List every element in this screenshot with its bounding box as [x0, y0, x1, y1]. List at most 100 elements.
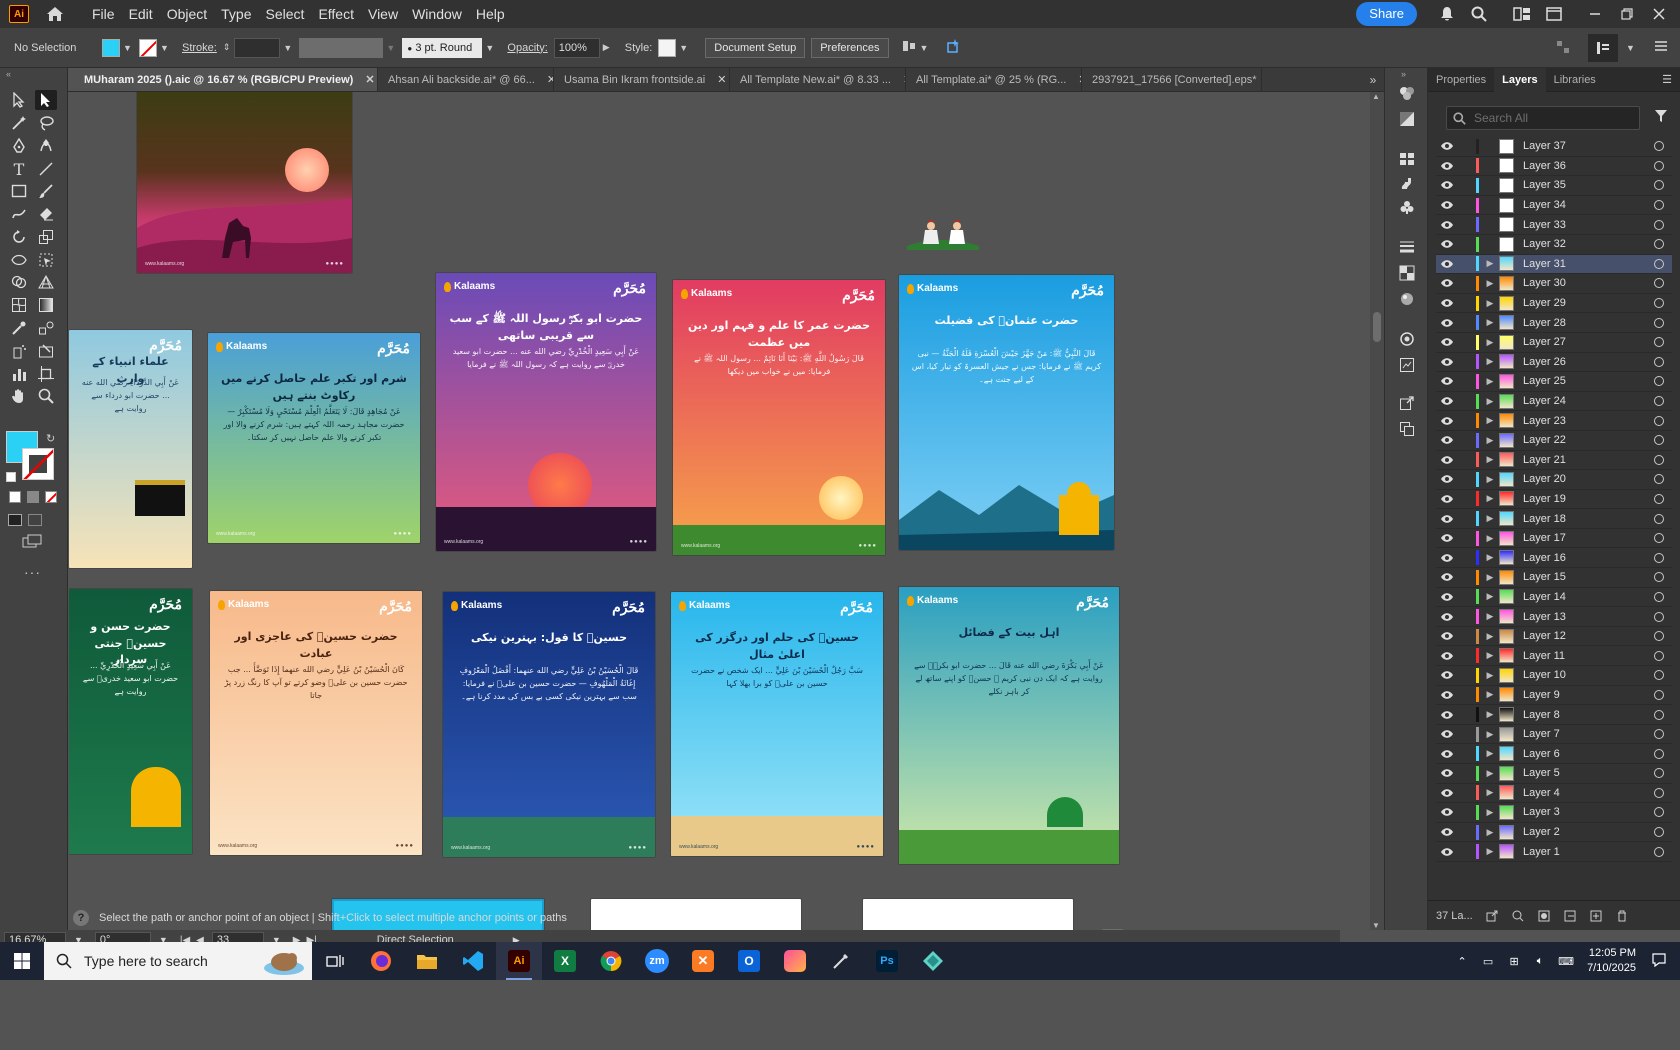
tab-libraries[interactable]: Libraries: [1546, 68, 1604, 92]
free-transform-tool-icon[interactable]: [35, 250, 57, 270]
expand-arrow-icon[interactable]: ▶: [1483, 493, 1497, 504]
xampp-icon[interactable]: ✕: [680, 942, 726, 980]
locate-object-icon[interactable]: [1511, 909, 1525, 923]
tab-all-template[interactable]: All Template.ai* @ 25 % (RG... ✕: [906, 68, 1082, 91]
windows-start-icon[interactable]: [0, 942, 44, 980]
layer-target-icon[interactable]: [1654, 729, 1664, 740]
layer-target-icon[interactable]: [1654, 807, 1664, 818]
layer-row[interactable]: ▶ Layer 22: [1436, 431, 1672, 451]
layer-target-icon[interactable]: [1654, 454, 1664, 465]
vertical-scroll-thumb[interactable]: [1373, 312, 1381, 342]
mesh-tool-icon[interactable]: [8, 295, 30, 315]
network-icon[interactable]: ⊞: [1503, 955, 1525, 968]
layer-name[interactable]: Layer 7: [1523, 728, 1654, 740]
paintbrush-tool-icon[interactable]: [35, 181, 57, 201]
swap-colors-icon[interactable]: ↻: [46, 432, 55, 445]
layer-target-icon[interactable]: [1654, 572, 1664, 583]
tab-2937921-converted[interactable]: 2937921_17566 [Converted].eps*: [1082, 68, 1262, 91]
menu-select[interactable]: Select: [259, 0, 312, 28]
layer-row[interactable]: ▶ Layer 8: [1436, 705, 1672, 725]
layer-target-icon[interactable]: [1654, 317, 1664, 328]
visibility-eye-icon[interactable]: [1436, 455, 1458, 465]
stroke-weight-field[interactable]: [234, 37, 281, 58]
perspective-grid-tool-icon[interactable]: [35, 272, 57, 292]
visibility-eye-icon[interactable]: [1436, 239, 1458, 249]
menu-edit[interactable]: Edit: [122, 0, 160, 28]
layer-row[interactable]: ▶ Layer 19: [1436, 490, 1672, 510]
visibility-eye-icon[interactable]: [1436, 259, 1458, 269]
layer-name[interactable]: Layer 24: [1523, 395, 1654, 407]
excel-icon[interactable]: X: [542, 942, 588, 980]
photoshop-icon[interactable]: Ps: [864, 942, 910, 980]
collapse-panels-icon[interactable]: »: [1401, 69, 1406, 79]
transparency-icon[interactable]: [1397, 264, 1417, 282]
layer-row[interactable]: ▶ Layer 27: [1436, 333, 1672, 353]
eyedropper-tool-icon[interactable]: [8, 318, 30, 338]
tab-ahsan-ali-backside[interactable]: Ahsan Ali backside.ai* @ 66... ✕: [378, 68, 554, 91]
tab-usama-bin-ikram-frontside[interactable]: Usama Bin Ikram frontside.ai ✕: [554, 68, 730, 91]
arrange-documents-icon[interactable]: [1541, 3, 1567, 25]
layer-name[interactable]: Layer 20: [1523, 473, 1654, 485]
close-icon[interactable]: ✕: [717, 73, 726, 86]
layer-row[interactable]: ▶ Layer 9: [1436, 686, 1672, 706]
line-segment-tool-icon[interactable]: [35, 159, 57, 179]
artboard-card-shame-pride[interactable]: Kalaams مُحَرَّم شرم اور تکبر علم حاصل ک…: [208, 333, 420, 543]
layer-target-icon[interactable]: [1654, 337, 1664, 348]
layer-name[interactable]: Layer 3: [1523, 806, 1654, 818]
filter-icon[interactable]: [1654, 109, 1668, 126]
layer-target-icon[interactable]: [1654, 513, 1664, 524]
chevron-down-icon[interactable]: ▼: [160, 43, 170, 53]
rotate-tool-icon[interactable]: [8, 227, 30, 247]
expand-arrow-icon[interactable]: ▶: [1483, 376, 1497, 387]
layer-target-icon[interactable]: [1654, 631, 1664, 642]
layer-row[interactable]: Layer 32: [1436, 235, 1672, 255]
graphic-style-swatch[interactable]: [658, 38, 677, 57]
layer-name[interactable]: Layer 21: [1523, 454, 1654, 466]
artboard-card-best-virtue[interactable]: Kalaams مُحَرَّم حسینؓ کا قول: بہترین نی…: [443, 592, 655, 857]
tab-muharam-2025[interactable]: MUharam 2025 ().aic @ 16.67 % (RGB/CPU P…: [68, 68, 378, 91]
lasso-tool-icon[interactable]: [35, 113, 57, 133]
close-window-icon[interactable]: [1646, 3, 1672, 25]
opacity-field[interactable]: 100%: [553, 37, 600, 58]
shape-builder-tool-icon[interactable]: [8, 272, 30, 292]
chevron-down-icon[interactable]: ▼: [920, 43, 930, 53]
curvature-tool-icon[interactable]: [35, 136, 57, 156]
fill-color-swatch[interactable]: [102, 38, 120, 57]
layer-target-icon[interactable]: [1654, 239, 1664, 250]
expand-arrow-icon[interactable]: ▶: [1483, 415, 1497, 426]
layer-row[interactable]: ▶ Layer 12: [1436, 627, 1672, 647]
workspace-switcher-icon[interactable]: [1509, 3, 1535, 25]
visibility-eye-icon[interactable]: [1436, 435, 1458, 445]
layer-name[interactable]: Layer 28: [1523, 317, 1654, 329]
brushes-icon[interactable]: [1397, 174, 1417, 192]
layer-target-icon[interactable]: [1654, 396, 1664, 407]
new-layer-icon[interactable]: [1589, 909, 1603, 923]
panel-menu-icon[interactable]: ☰: [1662, 73, 1672, 86]
layer-target-icon[interactable]: [1654, 278, 1664, 289]
chevron-down-icon[interactable]: ▼: [283, 43, 293, 53]
visibility-eye-icon[interactable]: [1436, 278, 1458, 288]
visibility-eye-icon[interactable]: [1436, 631, 1458, 641]
document-setup-button[interactable]: Document Setup: [705, 37, 806, 58]
menu-view[interactable]: View: [361, 0, 405, 28]
menu-window[interactable]: Window: [405, 0, 469, 28]
layer-name[interactable]: Layer 27: [1523, 336, 1654, 348]
layer-row[interactable]: ▶ Layer 17: [1436, 529, 1672, 549]
visibility-eye-icon[interactable]: [1436, 572, 1458, 582]
layer-row[interactable]: ▶ Layer 1: [1436, 842, 1672, 862]
layer-row[interactable]: Layer 35: [1436, 176, 1672, 196]
layer-target-icon[interactable]: [1654, 748, 1664, 759]
arrange-icon[interactable]: [1556, 40, 1570, 57]
layer-target-icon[interactable]: [1654, 160, 1664, 171]
visibility-eye-icon[interactable]: [1436, 376, 1458, 386]
minimize-window-icon[interactable]: [1582, 3, 1608, 25]
artboard-card-ulama[interactable]: مُحَرَّم علماء انبیاء کے وارث عَنْ أَبِي…: [69, 330, 192, 568]
shaper-tool-icon[interactable]: [8, 204, 30, 224]
visibility-eye-icon[interactable]: [1436, 298, 1458, 308]
preferences-button[interactable]: Preferences: [811, 37, 889, 58]
layer-row[interactable]: ▶ Layer 13: [1436, 607, 1672, 627]
expand-arrow-icon[interactable]: ▶: [1483, 572, 1497, 583]
layer-row[interactable]: ▶ Layer 21: [1436, 451, 1672, 471]
panel-toggle-icon[interactable]: [1588, 34, 1618, 62]
layer-row[interactable]: ▶ Layer 31: [1436, 254, 1672, 275]
